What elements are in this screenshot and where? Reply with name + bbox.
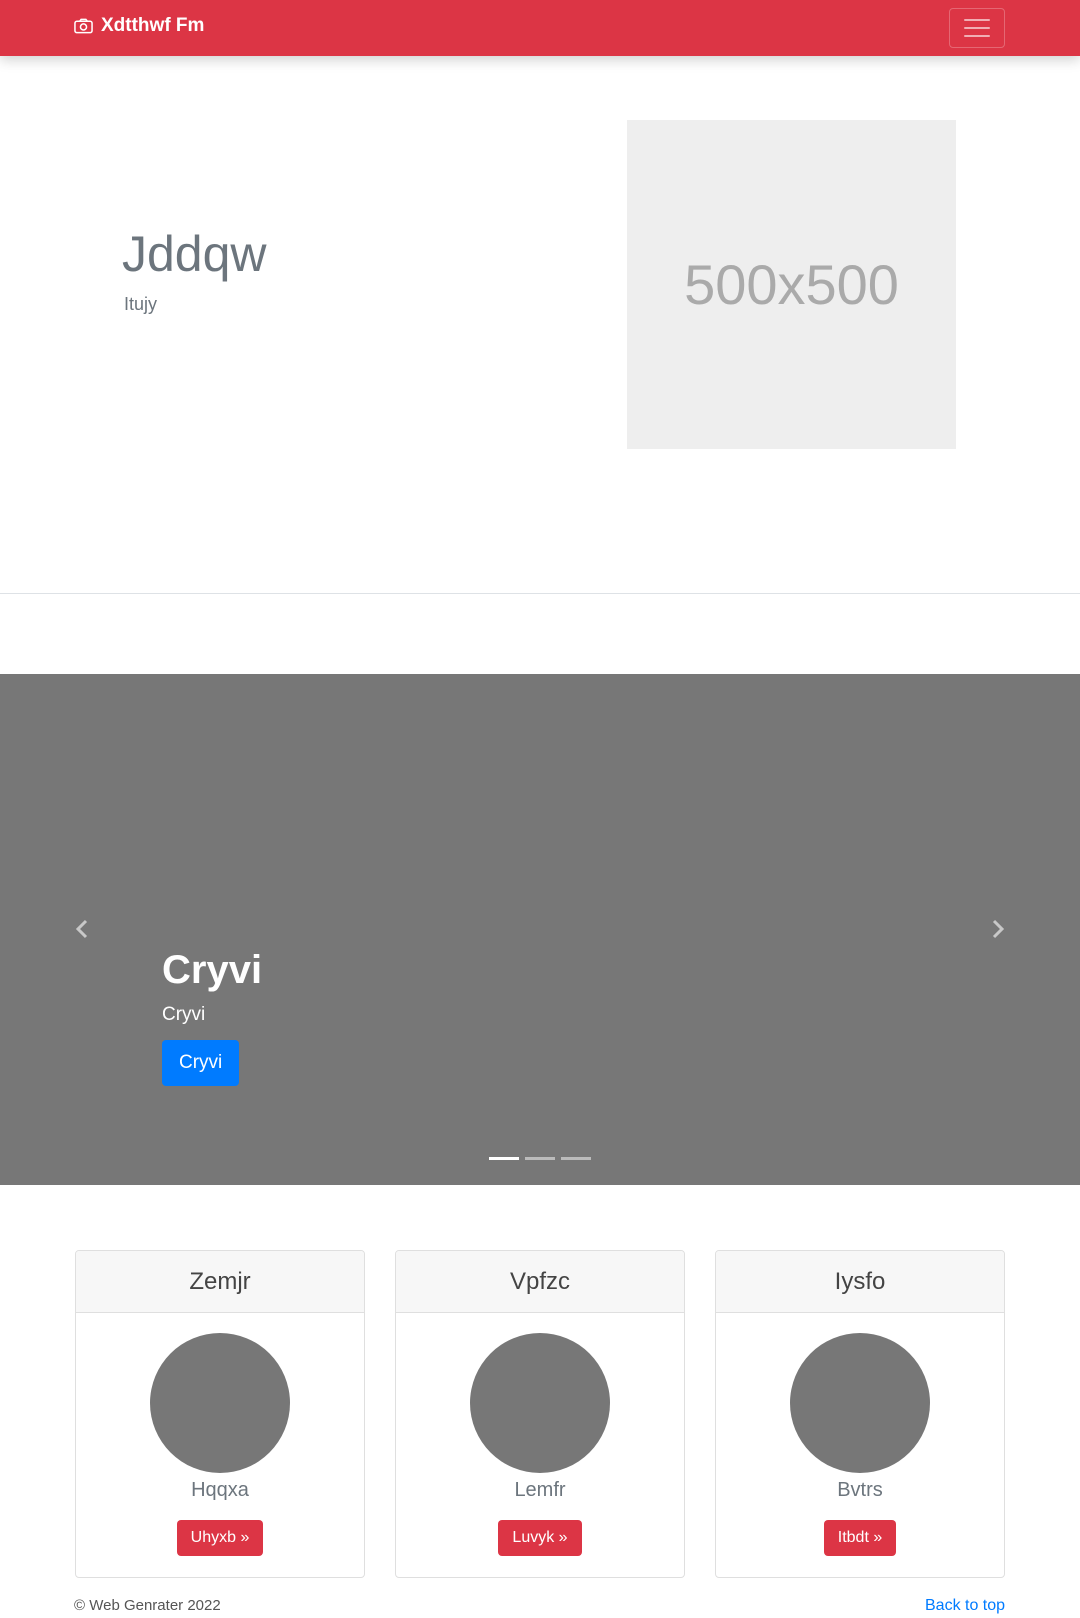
card-button[interactable]: Itbdt » bbox=[823, 1520, 897, 1556]
placeholder-label: 500x500 bbox=[684, 253, 899, 316]
card-3: Iysfo Bvtrs Itbdt » bbox=[715, 1250, 1005, 1578]
brand-link[interactable]: Xdtthwf Fm bbox=[74, 15, 204, 37]
camera-icon bbox=[74, 18, 93, 34]
avatar bbox=[790, 1333, 930, 1473]
card-title: Iysfo bbox=[716, 1251, 1004, 1313]
card-button[interactable]: Uhyxb » bbox=[176, 1520, 264, 1556]
avatar bbox=[470, 1333, 610, 1473]
hamburger-icon bbox=[964, 19, 990, 21]
card-name: Lemfr bbox=[514, 1479, 566, 1501]
carousel-indicators bbox=[489, 1157, 591, 1160]
carousel-title: Cryvi bbox=[162, 948, 263, 992]
card-1: Zemjr Hqqxa Uhyxb » bbox=[75, 1250, 365, 1578]
brand-text: Xdtthwf Fm bbox=[101, 15, 205, 36]
carousel-indicator-1[interactable] bbox=[489, 1157, 519, 1160]
card-title: Zemjr bbox=[76, 1251, 364, 1313]
footer-copyright: © Web Genrater 2022 bbox=[74, 1597, 221, 1614]
back-to-top-link[interactable]: Back to top bbox=[925, 1597, 1005, 1615]
carousel-prev-button[interactable] bbox=[67, 914, 97, 944]
card-title: Vpfzc bbox=[396, 1251, 684, 1313]
carousel-next-button[interactable] bbox=[983, 914, 1013, 944]
carousel: Cryvi Cryvi Cryvi bbox=[0, 674, 1080, 1185]
carousel-caption: Cryvi Cryvi Cryvi bbox=[162, 948, 262, 1086]
carousel-indicator-3[interactable] bbox=[561, 1157, 591, 1160]
hero-title: Jddqw bbox=[122, 226, 267, 282]
card-name: Bvtrs bbox=[837, 1479, 883, 1501]
chevron-right-icon bbox=[992, 919, 1005, 939]
card-name: Hqqxa bbox=[191, 1479, 249, 1501]
navbar-toggler-button[interactable] bbox=[949, 8, 1005, 48]
chevron-left-icon bbox=[75, 919, 88, 939]
carousel-cta-button[interactable]: Cryvi bbox=[162, 1040, 240, 1086]
hero-image-placeholder: 500x500 bbox=[627, 120, 956, 449]
section-divider bbox=[0, 593, 1080, 594]
hero-subtitle: Itujy bbox=[124, 294, 158, 314]
navbar: Xdtthwf Fm bbox=[0, 0, 1080, 56]
carousel-indicator-2[interactable] bbox=[525, 1157, 555, 1160]
card-button[interactable]: Luvyk » bbox=[498, 1520, 582, 1556]
carousel-subtitle: Cryvi bbox=[162, 1004, 206, 1025]
card-2: Vpfzc Lemfr Luvyk » bbox=[395, 1250, 685, 1578]
avatar bbox=[150, 1333, 290, 1473]
